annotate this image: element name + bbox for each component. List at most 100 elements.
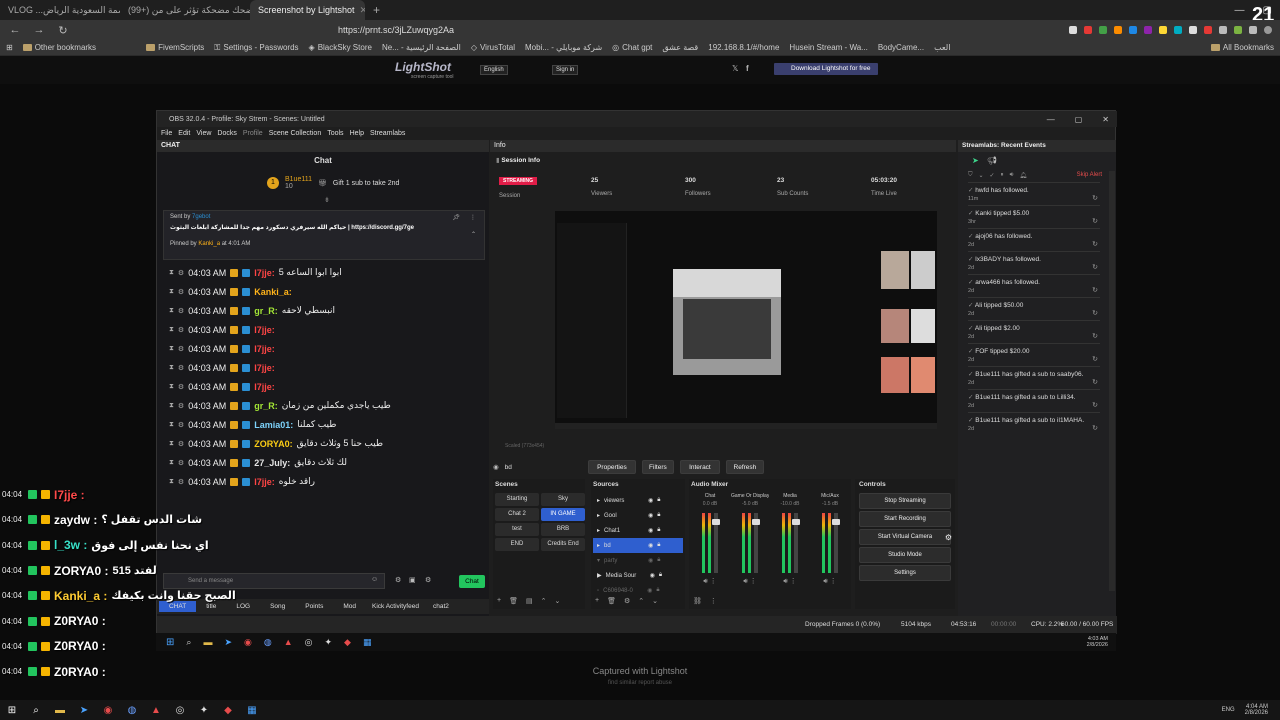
properties-button[interactable]: Properties <box>587 460 636 474</box>
lock-icon[interactable]: 🔒︎ <box>657 512 660 519</box>
bookmark-item[interactable]: Mobi... - شركة موبايلي <box>525 43 602 52</box>
start-virtual-camera-button[interactable]: Start Virtual Camera ⚙ <box>859 529 952 545</box>
gear-icon[interactable]: ⚙ <box>624 597 630 605</box>
start-recording-button[interactable]: Start Recording <box>859 511 951 527</box>
chat-username[interactable]: 27_July: <box>254 458 290 468</box>
chevron-down-icon[interactable]: ⌄ <box>554 597 560 605</box>
event-item[interactable]: ✓ B1ue111 has gifted a sub to saaby06. 2d… <box>968 366 1100 389</box>
lock-icon[interactable]: 🔒︎ <box>659 572 662 579</box>
eye-icon[interactable]: ◉ <box>650 572 655 579</box>
chat-username[interactable]: gr_R: <box>254 401 278 411</box>
scene-in-game[interactable]: IN GAME <box>541 508 585 521</box>
language-indicator[interactable]: ENG <box>1222 707 1235 713</box>
event-item[interactable]: ✓ ajoj06 has followed. 2d ↻ <box>968 228 1100 251</box>
minimize-icon[interactable]: — <box>1047 115 1055 124</box>
replay-icon[interactable]: ↻ <box>1092 401 1098 409</box>
more-icon[interactable]: ⋮ <box>710 597 717 605</box>
stream-preview[interactable] <box>555 211 937 429</box>
trash-icon[interactable]: 🗑︎ <box>509 597 518 605</box>
chevron-down-icon[interactable]: ⌄ <box>979 172 984 179</box>
lock-icon[interactable]: 🔒︎ <box>657 542 660 549</box>
extension-icon[interactable] <box>1219 26 1227 34</box>
replay-icon[interactable]: ↻ <box>1092 263 1098 271</box>
volume-icon[interactable]: 🔊︎ <box>743 578 747 585</box>
more-icon[interactable]: ⋮ <box>790 578 797 585</box>
source-item[interactable]: ▸ Chat1 ◉ 🔒︎ <box>593 523 683 538</box>
pin-icon[interactable]: 📌︎ <box>452 214 460 221</box>
extension-icon[interactable] <box>1114 26 1122 34</box>
extension-icon[interactable] <box>1204 26 1212 34</box>
pause-icon[interactable]: ⏸ <box>1001 172 1004 179</box>
gear-icon[interactable]: ⚙ <box>945 530 952 545</box>
extension-icon[interactable] <box>1069 26 1077 34</box>
filter-icon[interactable]: ⛉ <box>968 172 973 179</box>
signin-button[interactable]: Sign in <box>552 65 579 75</box>
app-icon[interactable]: ▦ <box>363 637 372 648</box>
settings-icon[interactable]: ⚙ <box>395 576 401 584</box>
add-icon[interactable]: + <box>497 597 501 605</box>
menu-streamlabs[interactable]: Streamlabs <box>370 130 405 137</box>
app-icon[interactable]: ◆ <box>221 703 235 717</box>
extension-icon[interactable] <box>1144 26 1152 34</box>
event-item[interactable]: ✓ lx3BADY has followed. 2d ↻ <box>968 251 1100 274</box>
replay-icon[interactable]: ↻ <box>1092 378 1098 386</box>
obs-icon[interactable]: ◎ <box>305 637 313 648</box>
settings-button[interactable]: Settings <box>859 565 951 581</box>
event-item[interactable]: ✓ B1ue111 has gifted a sub to Lilli34. 2d… <box>968 389 1100 412</box>
eye-icon[interactable]: ◉ <box>647 587 652 594</box>
events-scrollbar[interactable] <box>1109 171 1115 591</box>
scene-brb[interactable]: BRB <box>541 523 585 536</box>
app-icon[interactable]: ◆ <box>344 637 351 648</box>
event-item[interactable]: ✓ Ali tipped $2.00 2d ↻ <box>968 320 1100 343</box>
add-icon[interactable]: + <box>595 597 599 605</box>
twitter-icon[interactable]: 𝕏 <box>732 64 738 73</box>
volume-slider[interactable] <box>752 513 760 573</box>
back-icon[interactable]: ← <box>8 24 22 36</box>
menu-file[interactable]: File <box>161 130 172 137</box>
lock-icon[interactable]: 🔒︎ <box>657 527 660 534</box>
chat-username[interactable]: I7jje: <box>254 363 275 373</box>
url-field[interactable]: https://prnt.sc/3jLZuwqyg2Aa <box>330 22 750 38</box>
telegram-icon[interactable]: ➤ <box>77 703 91 717</box>
chat-send-button[interactable]: Chat <box>459 575 485 588</box>
bookmark-item[interactable]: Other bookmarks <box>22 43 96 52</box>
chevron-up-icon[interactable]: ⌃ <box>638 597 644 605</box>
check-icon[interactable]: ✓ <box>990 172 995 179</box>
source-item-selected[interactable]: ▸ bd ◉ 🔒︎ <box>593 538 683 553</box>
tab-chat2[interactable]: chat2 <box>425 601 457 612</box>
event-item[interactable]: ✓ Ali tipped $50.00 2d ↻ <box>968 297 1100 320</box>
chat-username[interactable]: I7jje: <box>254 268 275 278</box>
scene-credits-end[interactable]: Credits End <box>541 538 585 551</box>
source-item[interactable]: ▸ viewers ◉ 🔒︎ <box>593 493 683 508</box>
replay-icon[interactable]: ↻ <box>1092 240 1098 248</box>
gift-banner[interactable]: 1 B1ue111 10 🎁︎ Gift 1 sub to take 2nd <box>157 170 489 196</box>
bookmark-item[interactable]: ◇ VirusTotal <box>471 43 515 52</box>
extension-icon[interactable] <box>1084 26 1092 34</box>
menu-profile[interactable]: Profile <box>243 130 263 137</box>
eye-icon[interactable]: ◉ <box>648 527 653 534</box>
bell-icon[interactable]: 🔔︎ <box>1019 172 1027 179</box>
browser-tab[interactable]: (99+) تويتر ضحك مضحكة تؤثر على من✕ <box>120 0 250 20</box>
eye-icon[interactable]: ◉ <box>648 542 653 549</box>
extension-icon[interactable] <box>1234 26 1242 34</box>
bookmark-item[interactable]: FivemScripts <box>146 43 204 52</box>
source-item[interactable]: ▾ party ◉ 🔒︎ <box>593 553 683 568</box>
app-icon[interactable]: ✦ <box>197 703 211 717</box>
facebook-icon[interactable]: f <box>746 64 749 73</box>
scene-test[interactable]: test <box>495 523 539 536</box>
browser-tab-active[interactable]: Screenshot by Lightshot ✕ <box>250 0 365 20</box>
volume-icon[interactable]: 🔊︎ <box>1010 172 1014 179</box>
scene-sky[interactable]: Sky <box>541 493 585 506</box>
more-icon[interactable]: ⋮ <box>830 578 837 585</box>
source-item[interactable]: ▸ Gool ◉ 🔒︎ <box>593 508 683 523</box>
emote-icon[interactable]: ☺ <box>371 576 378 583</box>
language-select[interactable]: English <box>480 65 508 75</box>
bookmark-item[interactable]: 192.168.8.1/#/home <box>708 43 779 52</box>
volume-slider[interactable] <box>832 513 840 573</box>
tab-mod[interactable]: Mod <box>333 601 366 612</box>
source-item[interactable]: ▶ Media Sour ◉ 🔒︎ <box>593 568 683 583</box>
forward-icon[interactable]: → <box>32 24 46 36</box>
replay-icon[interactable]: ↻ <box>1092 217 1098 225</box>
event-item[interactable]: ✓ hwfd has followed. 11m ↻ <box>968 182 1100 205</box>
extension-icon[interactable] <box>1189 26 1197 34</box>
